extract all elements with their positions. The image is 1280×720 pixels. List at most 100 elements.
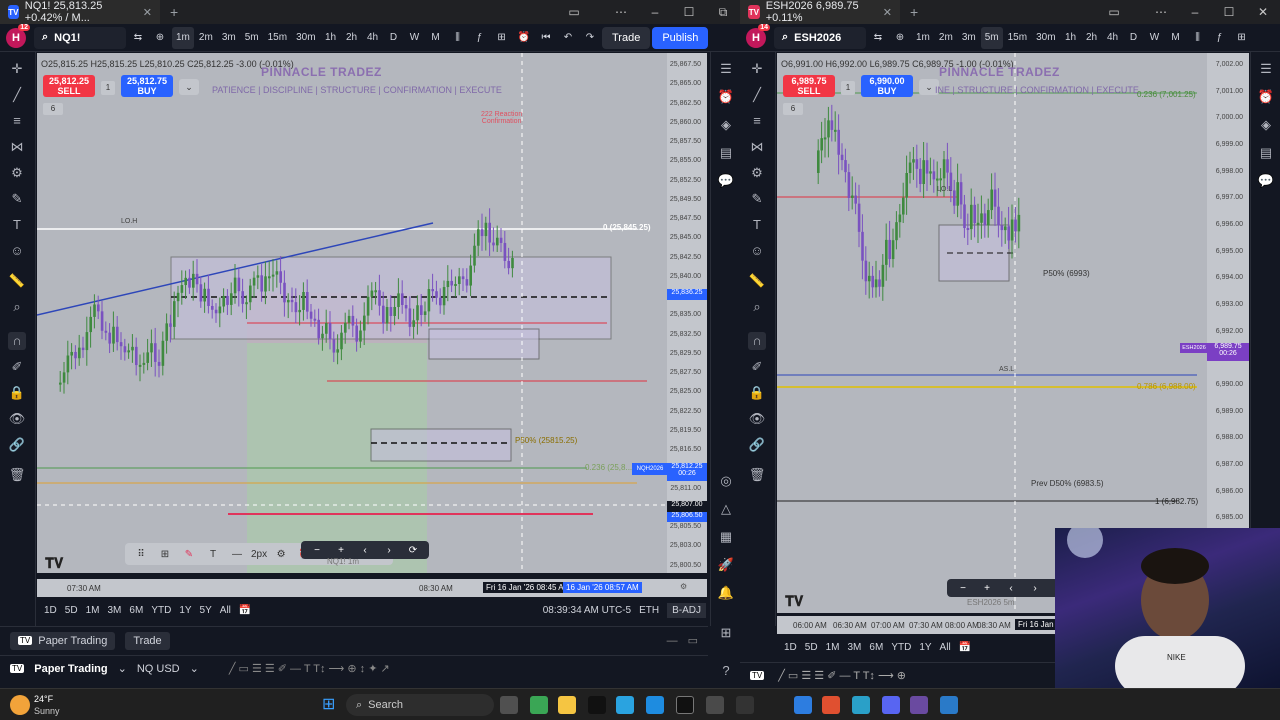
text-color-icon[interactable]: T	[203, 544, 223, 564]
timeframe-3m[interactable]: 3m	[958, 27, 980, 49]
timeframe-w[interactable]: W	[1145, 27, 1165, 49]
tradingview-app-icon[interactable]	[676, 696, 694, 714]
news-icon[interactable]: ▤	[717, 144, 735, 162]
symbol-search[interactable]: ⌕ NQ1!	[34, 26, 126, 49]
crosshair-icon[interactable]: ✛	[748, 60, 766, 78]
ruler-icon[interactable]: 📏	[748, 272, 766, 290]
restore-icon[interactable]: ⧉	[706, 5, 740, 20]
reset-chart-icon[interactable]: ⟳	[403, 540, 423, 560]
templates-icon[interactable]: ⊞	[1232, 27, 1252, 49]
ruler-icon[interactable]: 📏	[8, 272, 26, 290]
template-icon[interactable]: ⊞	[155, 544, 175, 564]
range-1m[interactable]: 1M	[826, 642, 840, 653]
range-5d[interactable]: 5D	[65, 605, 78, 616]
lock-icon[interactable]: 🔒	[8, 384, 26, 402]
scroll-right-icon[interactable]: ›	[379, 540, 399, 560]
app-icon[interactable]	[852, 696, 870, 714]
chat-icon[interactable]: 💬	[717, 172, 735, 190]
minimize-icon[interactable]: –	[1178, 5, 1212, 19]
paper-trading-tab[interactable]: TV Paper Trading	[10, 631, 116, 650]
crosshair-icon[interactable]: ✛	[8, 60, 26, 78]
signals-icon[interactable]: △	[717, 500, 735, 518]
buy-button[interactable]: 6,990.00 BUY	[861, 75, 913, 97]
close-tab-icon[interactable]: ✕	[143, 6, 152, 19]
timeframe-1m[interactable]: 1m	[912, 27, 934, 49]
timeframe-m[interactable]: M	[426, 27, 446, 49]
timeframe-d[interactable]: D	[1124, 27, 1144, 49]
back-adjust-toggle[interactable]: B-ADJ	[667, 602, 706, 618]
left-browser-tab[interactable]: TV NQ1! 25,813.25 +0.42% / M... ✕	[0, 0, 160, 24]
maximize-icon[interactable]: ☐	[672, 5, 706, 20]
timeframe-2h[interactable]: 2h	[1082, 27, 1102, 49]
drawing-tools-strip[interactable]: ╱ ▭ ☰ ☰ ✐ — T T↕ ⟶ ⊕ ↕ ✦ ↗	[229, 662, 390, 675]
trade-button[interactable]: Trade	[601, 26, 651, 49]
indicator-count[interactable]: 6	[43, 103, 63, 115]
drag-handle-icon[interactable]: ⠿	[131, 544, 151, 564]
target-icon[interactable]: ◎	[717, 472, 735, 490]
right-browser-tab[interactable]: TV ESH2026 6,989.75 +0.11% ✕	[740, 0, 900, 24]
calendar-icon[interactable]: ▦	[717, 528, 735, 546]
timeframe-1m[interactable]: 1m	[172, 26, 194, 49]
app-icon[interactable]	[530, 696, 548, 714]
help-icon[interactable]: ?	[717, 662, 735, 680]
date-range-icon[interactable]: 📅	[239, 605, 251, 616]
layers-icon[interactable]: ◈	[717, 116, 735, 134]
indicator-count[interactable]: 6	[783, 103, 803, 115]
timeframe-15m[interactable]: 15m	[1004, 27, 1031, 49]
symbol-search[interactable]: ⌕ ESH2026	[774, 26, 866, 49]
chrome-icon[interactable]	[706, 696, 724, 714]
range-ytd[interactable]: YTD	[151, 605, 171, 616]
telegram-icon[interactable]	[616, 696, 634, 714]
range-1d[interactable]: 1D	[44, 605, 57, 616]
timeframe-30m[interactable]: 30m	[1032, 27, 1059, 49]
zoom-icon[interactable]: ⌕	[8, 298, 26, 316]
sell-button[interactable]: 25,812.25 SELL	[43, 75, 95, 97]
timeframe-d[interactable]: D	[384, 27, 404, 49]
close-window-icon[interactable]: ✕	[1246, 5, 1280, 19]
magnet-icon[interactable]: ∩	[748, 332, 766, 350]
zoom-out-icon[interactable]: −	[307, 540, 327, 560]
eye-icon[interactable]: 👁	[8, 410, 26, 428]
zoom-icon[interactable]: ⌕	[748, 298, 766, 316]
timeframe-5m[interactable]: 5m	[980, 26, 1003, 49]
close-tab-icon[interactable]: ✕	[883, 6, 892, 19]
range-1d[interactable]: 1D	[784, 642, 797, 653]
settings-icon[interactable]: ⚙	[680, 582, 687, 591]
compare-icon[interactable]: ⇆	[868, 27, 888, 49]
task-view-icon[interactable]	[500, 696, 518, 714]
timeframe-30m[interactable]: 30m	[292, 27, 319, 49]
timeframe-2m[interactable]: 2m	[195, 27, 217, 49]
layers-icon[interactable]: ◈	[1257, 116, 1275, 134]
maximize-panel-icon[interactable]: ▭	[688, 634, 698, 647]
windows-start-icon[interactable]: ⊞	[322, 696, 340, 714]
add-symbol-icon[interactable]: ⊕	[890, 27, 910, 49]
watchlist-icon[interactable]: ☰	[1257, 60, 1275, 78]
templates-icon[interactable]: ⊞	[492, 27, 512, 49]
user-avatar[interactable]: H 14	[746, 23, 770, 48]
range-5y[interactable]: 5Y	[200, 605, 212, 616]
app-icon[interactable]	[910, 696, 928, 714]
bar-style-icon[interactable]: ⫼	[1188, 27, 1208, 49]
sell-button[interactable]: 6,989.75 SELL	[783, 75, 835, 97]
stroke-width[interactable]: 2px	[251, 549, 267, 560]
timeframe-m[interactable]: M	[1166, 27, 1186, 49]
range-1m[interactable]: 1M	[86, 605, 100, 616]
quantity-field[interactable]: 1	[841, 81, 855, 95]
chat-icon[interactable]: 💬	[1257, 172, 1275, 190]
timeframe-1h[interactable]: 1h	[1061, 27, 1081, 49]
more-dots-icon[interactable]: ⋯	[604, 5, 638, 20]
app-icon[interactable]	[794, 696, 812, 714]
range-1y[interactable]: 1Y	[179, 605, 191, 616]
timeframe-w[interactable]: W	[405, 27, 425, 49]
app-icon[interactable]	[940, 696, 958, 714]
range-all[interactable]: All	[940, 642, 951, 653]
layout-icon[interactable]: ▭	[1084, 5, 1144, 19]
zoom-in-icon[interactable]: +	[977, 578, 997, 598]
range-5d[interactable]: 5D	[805, 642, 818, 653]
left-chart-area[interactable]: O25,815.25 H25,815.25 L25,810.25 C25,812…	[37, 53, 667, 573]
timeframe-3m[interactable]: 3m	[218, 27, 240, 49]
left-price-axis[interactable]: 25,867.50 25,865.00 25,862.50 25,860.00 25,8…	[667, 53, 707, 573]
compare-icon[interactable]: ⇆	[128, 27, 148, 49]
quantity-field[interactable]: 1	[101, 81, 115, 95]
app-icon[interactable]	[822, 696, 840, 714]
